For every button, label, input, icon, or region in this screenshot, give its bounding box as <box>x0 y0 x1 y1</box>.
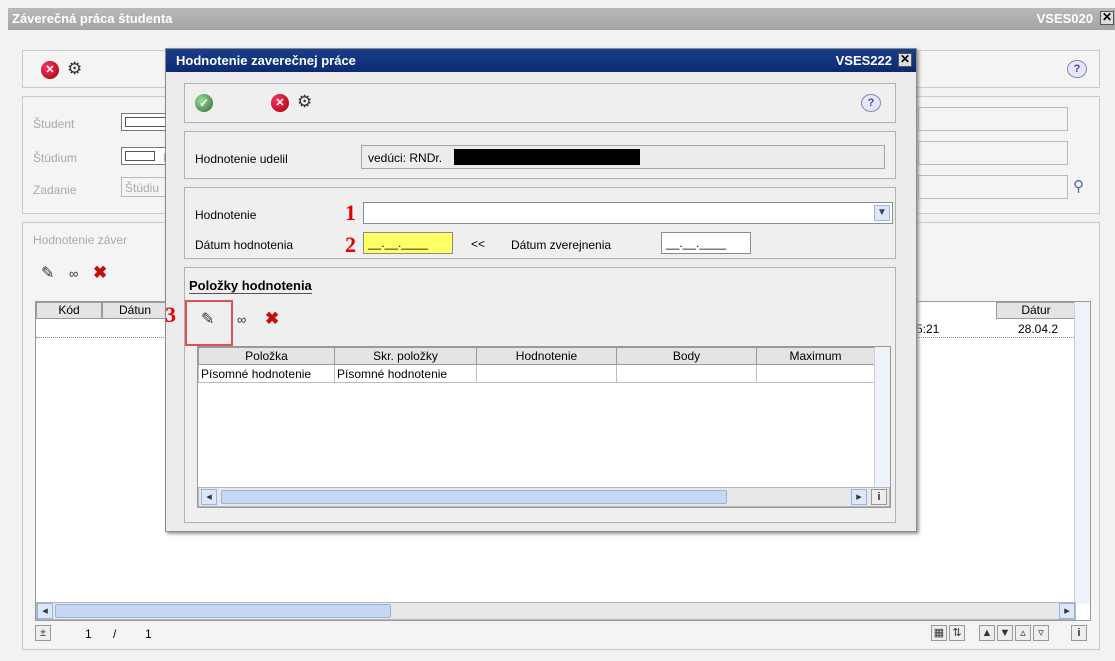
dialog-title: Hodnotenie zaverečnej práce <box>166 49 916 72</box>
pager-total: 1 <box>145 627 152 641</box>
vertical-scrollbar[interactable] <box>1074 302 1090 604</box>
datum-zverejnenia-label: Dátum zverejnenia <box>511 238 612 252</box>
polozky-table: Položka Skr. položky Hodnotenie Body Max… <box>197 346 891 508</box>
info-icon[interactable]: i <box>1071 625 1087 641</box>
edit-icon[interactable]: ✎ <box>41 265 54 283</box>
zadanie-field[interactable]: Štúdiu <box>121 177 171 197</box>
prev-page-icon[interactable]: ▼ <box>997 625 1013 641</box>
column-datum[interactable]: Dátun <box>102 302 168 319</box>
scroll-left-icon[interactable]: ◂ <box>37 603 53 619</box>
pager-menu-icon[interactable]: ± <box>35 625 51 641</box>
cell-polozka[interactable]: Písomné hodnotenie <box>198 364 335 383</box>
sort-icon[interactable]: ⇅ <box>949 625 965 641</box>
outer-window-title: Záverečná práca študenta <box>8 8 1115 30</box>
edit-item-icon[interactable]: ✎ <box>201 311 214 329</box>
datum-hodnotenia-value: __.__.____ <box>368 236 429 250</box>
polozky-title: Položky hodnotenia <box>189 278 312 294</box>
settings-icon[interactable]: ⚙ <box>297 93 312 111</box>
delete-item-icon[interactable]: ✖ <box>265 310 279 328</box>
last-page-icon[interactable]: ▿ <box>1033 625 1049 641</box>
row-date: 28.04.2 <box>1018 322 1059 336</box>
first-page-icon[interactable]: ▲ <box>979 625 995 641</box>
studium-right-field[interactable] <box>918 141 1068 165</box>
outer-close-icon[interactable]: ✕ <box>1100 11 1114 25</box>
student-label: Študent <box>33 117 75 131</box>
column-polozka[interactable]: Položka <box>198 347 335 365</box>
dialog-close-icon[interactable]: ✕ <box>898 53 912 67</box>
outer-window-code: VSES020 <box>1036 11 1093 26</box>
datum-zverejnenia-value: __.__.____ <box>666 236 727 250</box>
close-form-icon[interactable]: ✕ <box>41 61 59 79</box>
row-time: 5:21 <box>916 322 940 336</box>
hodnotenie-section-title: Hodnotenie záver <box>33 233 128 247</box>
copy-date-button[interactable]: << <box>471 237 485 251</box>
hodnotenie-udelil-field: vedúci: RNDr. <box>361 145 885 169</box>
column-maximum[interactable]: Maximum <box>756 347 875 365</box>
redacted-name <box>454 149 640 165</box>
hodnotenie-udelil-value: vedúci: RNDr. <box>368 151 443 165</box>
hodnotenie-dialog: Hodnotenie zaverečnej práce VSES222 ✕ ✓ … <box>165 48 917 532</box>
cell-hodnotenie[interactable] <box>476 364 617 383</box>
column-kod[interactable]: Kód <box>36 302 102 319</box>
scroll-thumb[interactable] <box>221 490 727 504</box>
marker-1: 1 <box>345 200 356 225</box>
marker-2: 2 <box>345 232 356 257</box>
hodnotenie-label: Hodnotenie <box>195 208 257 222</box>
next-page-icon[interactable]: ▵ <box>1015 625 1031 641</box>
dialog-code: VSES222 <box>835 53 892 68</box>
studium-label: Štúdium <box>33 151 78 165</box>
search-icon[interactable]: ⚲ <box>1073 177 1084 195</box>
pager-current: 1 <box>85 627 92 641</box>
column-hodnotenie[interactable]: Hodnotenie <box>476 347 617 365</box>
datum-zverejnenia-input[interactable]: __.__.____ <box>661 232 751 254</box>
polozky-panel: Položky hodnotenia 3 ✎ ∞ ✖ Položka Skr. … <box>165 267 896 523</box>
scroll-right-icon[interactable]: ▸ <box>851 489 867 505</box>
student-right-field[interactable] <box>918 107 1068 131</box>
vertical-scrollbar[interactable] <box>874 347 890 489</box>
dialog-toolbar: ✓ ✕ ⚙ ? <box>184 83 896 123</box>
scroll-right-icon[interactable]: ▸ <box>1059 603 1075 619</box>
confirm-icon[interactable]: ✓ <box>195 94 213 112</box>
info-icon[interactable]: i <box>871 489 887 505</box>
datum-hodnotenia-label: Dátum hodnotenia <box>195 238 294 252</box>
cell-maximum[interactable] <box>756 364 875 383</box>
zadanie-right-field[interactable] <box>918 175 1068 199</box>
view-icon[interactable]: ∞ <box>69 265 78 283</box>
pager-bar: ± 1 / 1 ▦ ⇅ ▲ ▼ ▵ ▿ i <box>35 623 1091 643</box>
column-datum-right[interactable]: Dátur <box>996 302 1076 319</box>
datum-hodnotenia-input[interactable]: __.__.____ <box>363 232 453 254</box>
cell-body[interactable] <box>616 364 757 383</box>
hodnotenie-udelil-label: Hodnotenie udelil <box>195 152 288 166</box>
zadanie-label: Zadanie <box>33 183 77 197</box>
scroll-thumb[interactable] <box>55 604 391 618</box>
polozky-grid: Položka Skr. položky Hodnotenie Body Max… <box>198 347 875 383</box>
horizontal-scrollbar[interactable]: ◂ ▸ <box>36 602 1076 620</box>
help-icon[interactable]: ? <box>861 94 881 112</box>
student-id-field[interactable] <box>121 113 171 131</box>
udelil-panel: Hodnotenie udelil vedúci: RNDr. <box>184 131 896 179</box>
horizontal-scrollbar[interactable]: ◂ ▸ i <box>198 487 890 507</box>
zadanie-value: Štúdiu <box>125 181 160 195</box>
pager-separator: / <box>113 627 117 641</box>
scroll-left-icon[interactable]: ◂ <box>201 489 217 505</box>
hodnotenie-select[interactable]: ▼ <box>363 202 893 224</box>
column-body[interactable]: Body <box>616 347 757 365</box>
hodnotenie-panel: Hodnotenie 1 ▼ Dátum hodnotenia 2 __.__.… <box>184 187 896 259</box>
delete-icon[interactable]: ✖ <box>93 264 107 282</box>
grid-icon[interactable]: ▦ <box>931 625 947 641</box>
cancel-icon[interactable]: ✕ <box>271 94 289 112</box>
chevron-down-icon[interactable]: ▼ <box>874 205 890 221</box>
column-skr-polozky[interactable]: Skr. položky <box>334 347 477 365</box>
marker-3: 3 <box>165 302 176 327</box>
view-item-icon[interactable]: ∞ <box>237 311 246 329</box>
settings-icon[interactable]: ⚙ <box>67 60 82 78</box>
help-icon[interactable]: ? <box>1067 60 1087 78</box>
table-row[interactable]: Písomné hodnotenie Písomné hodnotenie <box>198 364 875 383</box>
cell-skr-polozky[interactable]: Písomné hodnotenie <box>334 364 477 383</box>
